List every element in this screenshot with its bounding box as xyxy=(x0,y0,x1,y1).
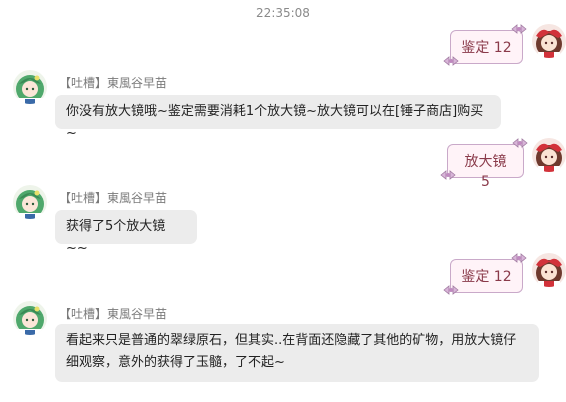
ribbon-icon xyxy=(512,138,528,148)
green-hair-girl-avatar-icon xyxy=(13,185,47,219)
incoming-message-bubble[interactable]: 看起来只是普通的翠绿原石，但其实..在背面还隐藏了其他的矿物，用放大镜仔细观察，… xyxy=(55,324,539,382)
outgoing-message-text: 放大镜 5 xyxy=(464,154,507,190)
incoming-message-text: 你没有放大镜哦~鉴定需要消耗1个放大镜~放大镜可以在[锤子商店]购买~ xyxy=(66,104,484,141)
bot-avatar[interactable] xyxy=(13,70,47,104)
shrine-maiden-avatar-icon xyxy=(532,253,566,287)
sender-name: 【吐槽】東風谷早苗 xyxy=(59,191,168,205)
sender-name: 【吐槽】東風谷早苗 xyxy=(59,307,168,321)
outgoing-message-bubble[interactable]: 放大镜 5 xyxy=(447,144,524,190)
ribbon-icon xyxy=(440,170,456,180)
outgoing-message-bubble[interactable]: 鉴定 12 xyxy=(450,259,523,293)
sender-name: 【吐槽】東風谷早苗 xyxy=(59,76,168,90)
incoming-message-bubble[interactable]: 获得了5个放大镜~~ xyxy=(55,210,197,256)
incoming-message-text: 看起来只是普通的翠绿原石，但其实..在背面还隐藏了其他的矿物，用放大镜仔细观察，… xyxy=(66,333,517,370)
bot-avatar[interactable] xyxy=(13,301,47,335)
outgoing-message-text: 鉴定 12 xyxy=(461,40,512,56)
chat-window: 22:35:08 鉴定 12 【吐槽】東風谷早苗 你没有放大镜哦~鉴定需要消耗1… xyxy=(0,0,566,402)
ribbon-icon xyxy=(443,56,459,66)
incoming-message-bubble[interactable]: 你没有放大镜哦~鉴定需要消耗1个放大镜~放大镜可以在[锤子商店]购买~ xyxy=(55,95,501,141)
green-hair-girl-avatar-icon xyxy=(13,301,47,335)
ribbon-icon xyxy=(511,253,527,263)
user-avatar[interactable] xyxy=(532,138,566,172)
user-avatar[interactable] xyxy=(532,253,566,287)
shrine-maiden-avatar-icon xyxy=(532,24,566,58)
ribbon-icon xyxy=(443,285,459,295)
bot-avatar[interactable] xyxy=(13,185,47,219)
message-timestamp: 22:35:08 xyxy=(256,6,310,20)
user-avatar[interactable] xyxy=(532,24,566,58)
outgoing-message-bubble[interactable]: 鉴定 12 xyxy=(450,30,523,64)
green-hair-girl-avatar-icon xyxy=(13,70,47,104)
outgoing-message-text: 鉴定 12 xyxy=(461,269,512,285)
shrine-maiden-avatar-icon xyxy=(532,138,566,172)
incoming-message-text: 获得了5个放大镜~~ xyxy=(66,219,166,256)
ribbon-icon xyxy=(511,24,527,34)
